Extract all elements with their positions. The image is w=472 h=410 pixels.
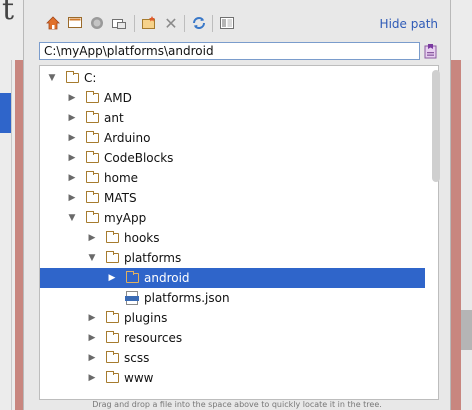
expand-arrow-icon[interactable]: ▶ bbox=[86, 328, 98, 348]
tree-item-label: AMD bbox=[104, 91, 132, 105]
folder-icon bbox=[106, 311, 119, 323]
folder-icon bbox=[86, 151, 99, 163]
tree-folder-row[interactable]: ▶ plugins bbox=[40, 308, 425, 328]
folder-icon bbox=[86, 131, 99, 143]
tree-item-label: android bbox=[144, 271, 190, 285]
tree-item-label: ant bbox=[104, 111, 124, 125]
folder-icon bbox=[86, 171, 99, 183]
collapse-arrow-icon[interactable]: ▼ bbox=[86, 248, 98, 268]
tree-item-label: Arduino bbox=[104, 131, 151, 145]
tree-item-label: CodeBlocks bbox=[104, 151, 174, 165]
tree-folder-row[interactable]: ▶ ant bbox=[40, 108, 425, 128]
tree-item-label: MATS bbox=[104, 191, 137, 205]
toolbar: ✕ Hide path bbox=[24, 12, 450, 36]
desktop-icon[interactable] bbox=[66, 14, 84, 32]
tree-item-label: resources bbox=[124, 331, 183, 345]
tree-folder-row[interactable]: ▶ scss bbox=[40, 348, 425, 368]
project-icon[interactable] bbox=[88, 14, 106, 32]
tree-folder-row[interactable]: ▶ AMD bbox=[40, 88, 425, 108]
tree-folder-row[interactable]: ▶ CodeBlocks bbox=[40, 148, 425, 168]
expand-arrow-icon[interactable]: ▶ bbox=[66, 168, 78, 188]
tree-folder-row[interactable]: ▼ C: bbox=[40, 68, 425, 88]
expand-arrow-icon[interactable]: ▶ bbox=[66, 88, 78, 108]
tree-file-row[interactable]: platforms.json bbox=[40, 288, 425, 308]
folder-icon bbox=[86, 91, 99, 103]
drag-drop-hint: Drag and drop a file into the space abov… bbox=[92, 400, 382, 409]
collapse-arrow-icon[interactable]: ▼ bbox=[46, 68, 58, 88]
tree-item-label: www bbox=[124, 371, 154, 385]
tree-folder-row[interactable]: ▶ MATS bbox=[40, 188, 425, 208]
folder-icon bbox=[86, 111, 99, 123]
folder-icon bbox=[86, 191, 99, 203]
folder-icon bbox=[106, 251, 119, 263]
expand-arrow-icon[interactable]: ▶ bbox=[66, 188, 78, 208]
tree-item-label: myApp bbox=[104, 211, 147, 225]
tree-item-label: home bbox=[104, 171, 139, 185]
new-folder-icon[interactable] bbox=[140, 14, 158, 32]
expand-arrow-icon[interactable]: ▶ bbox=[86, 228, 98, 248]
tree-item-label: hooks bbox=[124, 231, 160, 245]
background-scrollbar bbox=[461, 310, 472, 350]
path-input[interactable] bbox=[39, 42, 420, 60]
refresh-icon[interactable] bbox=[190, 14, 208, 32]
file-chooser-dialog: ✕ Hide path ▼ C: ▶ AMD ▶ ant ▶ Arduino ▶ CodeBloc… bbox=[23, 0, 451, 410]
tree-item-label: platforms bbox=[124, 251, 182, 265]
delete-icon[interactable]: ✕ bbox=[162, 14, 180, 33]
toolbar-separator bbox=[184, 15, 185, 32]
toolbar-separator bbox=[212, 15, 213, 32]
tree-folder-row[interactable]: ▶ Arduino bbox=[40, 128, 425, 148]
scrollbar-thumb[interactable] bbox=[432, 70, 440, 182]
expand-arrow-icon[interactable]: ▶ bbox=[66, 148, 78, 168]
folder-icon bbox=[106, 231, 119, 243]
collapse-arrow-icon[interactable]: ▼ bbox=[66, 208, 78, 228]
background-right-panel bbox=[461, 60, 472, 410]
tree-folder-row[interactable]: ▼ myApp bbox=[40, 208, 425, 228]
folder-icon bbox=[106, 331, 119, 343]
tree-folder-row[interactable]: ▶ home bbox=[40, 168, 425, 188]
tree-folder-row[interactable]: ▶ hooks bbox=[40, 228, 425, 248]
tree-folder-row[interactable]: ▼ platforms bbox=[40, 248, 425, 268]
expand-arrow-icon[interactable]: ▶ bbox=[66, 128, 78, 148]
tree-item-label: plugins bbox=[124, 311, 168, 325]
recent-paths-icon[interactable] bbox=[424, 43, 438, 59]
tree-folder-row[interactable]: ▶ resources bbox=[40, 328, 425, 348]
module-icon[interactable] bbox=[110, 14, 128, 32]
tree-item-label: scss bbox=[124, 351, 150, 365]
expand-arrow-icon[interactable]: ▶ bbox=[86, 308, 98, 328]
folder-icon bbox=[126, 271, 139, 283]
folder-icon bbox=[66, 71, 79, 83]
background-selection bbox=[0, 93, 11, 133]
folder-icon bbox=[106, 371, 119, 383]
show-hidden-icon[interactable] bbox=[218, 14, 236, 32]
json-file-icon bbox=[125, 291, 139, 305]
tree-item-label: platforms.json bbox=[144, 291, 230, 305]
tree-scrollbar[interactable] bbox=[432, 68, 441, 398]
expand-arrow-icon[interactable]: ▶ bbox=[86, 368, 98, 388]
expand-arrow-icon[interactable]: ▶ bbox=[66, 108, 78, 128]
expand-arrow-icon[interactable]: ▶ bbox=[106, 268, 118, 288]
background-text: t bbox=[2, 0, 15, 27]
file-tree[interactable]: ▼ C: ▶ AMD ▶ ant ▶ Arduino ▶ CodeBlocks ▶ home ▶ MATS… bbox=[39, 65, 439, 400]
tree-folder-row[interactable]: ▶ android bbox=[40, 268, 425, 288]
hide-path-link[interactable]: Hide path bbox=[380, 17, 438, 31]
tree-folder-row[interactable]: ▶ www bbox=[40, 368, 425, 388]
background-divider bbox=[11, 60, 12, 410]
folder-icon bbox=[106, 351, 119, 363]
home-icon[interactable] bbox=[44, 14, 62, 32]
toolbar-separator bbox=[134, 15, 135, 32]
expand-arrow-icon[interactable]: ▶ bbox=[86, 348, 98, 368]
folder-icon bbox=[86, 211, 99, 223]
tree-item-label: C: bbox=[84, 71, 97, 85]
